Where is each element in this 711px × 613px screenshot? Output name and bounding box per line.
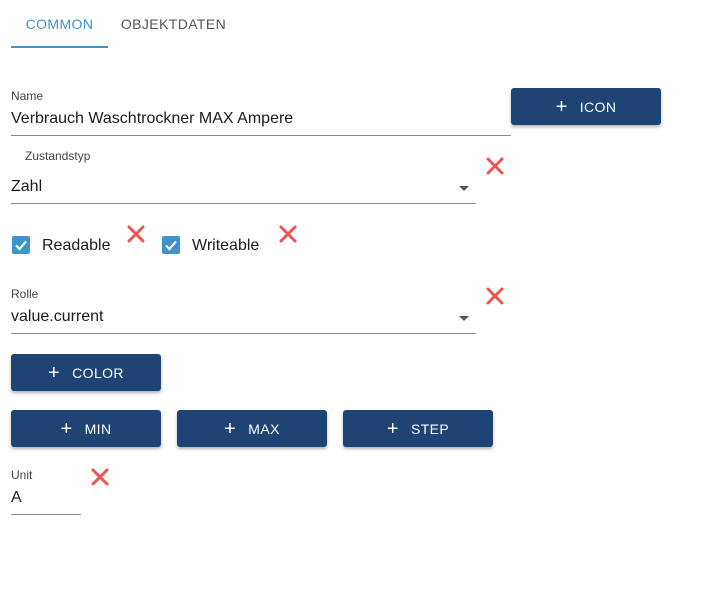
tab-bar: COMMON OBJEKTDATEN [0, 0, 711, 48]
add-step-button[interactable]: + STEP [343, 410, 493, 447]
add-step-button-label: STEP [410, 420, 450, 437]
name-underline [11, 135, 511, 136]
chevron-down-icon[interactable] [459, 186, 469, 191]
unit-label: Unit [11, 468, 33, 482]
role-select[interactable]: value.current [11, 308, 104, 326]
close-icon[interactable] [90, 467, 110, 487]
plus-icon: + [60, 417, 73, 440]
close-icon[interactable] [278, 224, 298, 244]
close-icon[interactable] [485, 286, 505, 306]
add-color-button[interactable]: + COLOR [11, 354, 161, 391]
state-type-label: Zustandstyp [25, 149, 91, 163]
unit-input[interactable]: A [11, 489, 22, 507]
state-type-select[interactable]: Zahl [11, 178, 42, 196]
name-input[interactable]: Verbrauch Waschtrockner MAX Ampere [11, 110, 293, 128]
tab-common[interactable]: COMMON [11, 0, 108, 48]
tab-indicator [11, 46, 108, 48]
writeable-checkbox[interactable] [162, 236, 180, 254]
add-max-button[interactable]: + MAX [177, 410, 327, 447]
plus-icon: + [48, 361, 61, 384]
close-icon[interactable] [485, 156, 505, 176]
add-min-button-label: MIN [84, 420, 112, 437]
plus-icon: + [386, 417, 399, 440]
unit-underline [11, 514, 81, 515]
chevron-down-icon[interactable] [459, 316, 469, 321]
close-icon[interactable] [126, 224, 146, 244]
role-label: Rolle [11, 287, 39, 301]
add-min-button[interactable]: + MIN [11, 410, 161, 447]
name-label: Name [11, 89, 44, 103]
add-max-button-label: MAX [248, 420, 280, 437]
tab-objektdaten[interactable]: OBJEKTDATEN [110, 0, 237, 48]
writeable-label: Writeable [192, 237, 260, 254]
add-color-button-label: COLOR [72, 364, 124, 381]
plus-icon: + [555, 95, 568, 118]
plus-icon: + [224, 417, 237, 440]
readable-label: Readable [42, 237, 111, 254]
add-icon-button-label: ICON [579, 98, 617, 115]
add-icon-button[interactable]: + ICON [511, 88, 661, 125]
state-type-underline [11, 203, 476, 204]
readable-checkbox[interactable] [12, 236, 30, 254]
role-underline [11, 333, 476, 334]
